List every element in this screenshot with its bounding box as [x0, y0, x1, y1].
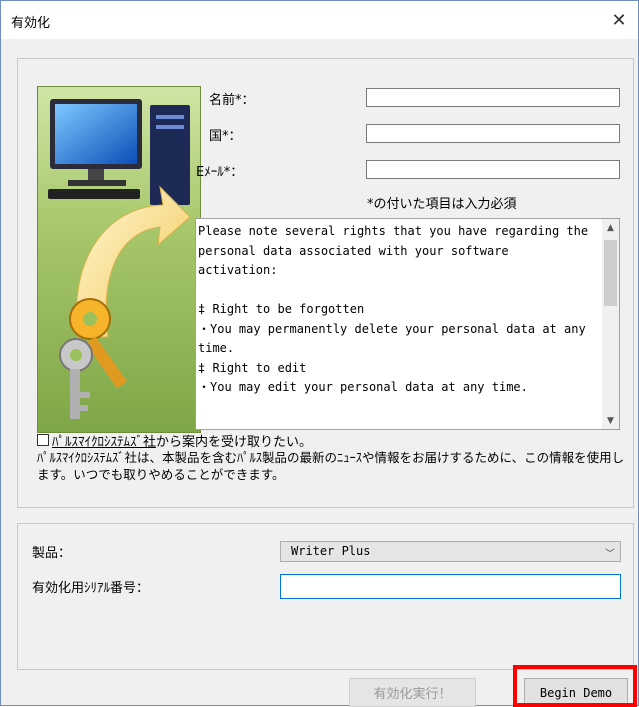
scrollbar-thumb[interactable]	[604, 240, 617, 306]
close-icon[interactable]: ✕	[606, 7, 632, 33]
chevron-down-icon[interactable]: ▼	[602, 412, 619, 429]
product-label: 製品：	[32, 546, 72, 561]
product-selected: Writer Plus	[291, 544, 371, 558]
dropdown-chevron-icon: ﹀	[605, 549, 615, 560]
email-label: Eﾒｰﾙ*：	[196, 165, 244, 180]
privacy-text: Please note several rights that you have…	[198, 224, 589, 394]
registration-group: 名前*： 国*： Eﾒｰﾙ*： *の付いた項目は入力必須 Please note…	[17, 58, 634, 508]
optin-description: ﾊﾟﾙｽﾏｲｸﾛｼｽﾃﾑｽﾞ社は、本製品を含むﾊﾟﾙｽ製品の最新のﾆｭｰｽや情報…	[37, 450, 625, 482]
title-bar: 有効化 ✕	[1, 1, 638, 39]
optin-checkbox[interactable]	[37, 434, 49, 446]
email-field[interactable]	[366, 160, 620, 179]
required-note: *の付いた項目は入力必須	[367, 197, 517, 212]
activation-dialog: 有効化 ✕ 名前*： 国*： Eﾒｰﾙ*： *の付いた項目は入力必須 Pleas…	[0, 0, 639, 707]
product-select[interactable]: Writer Plus ﹀	[280, 541, 621, 562]
optin-label: から案内を受け取りたい。	[156, 434, 313, 450]
optin-company-link[interactable]: ﾊﾟﾙｽﾏｲｸﾛｼｽﾃﾑｽﾞ社	[52, 431, 156, 450]
country-field[interactable]	[366, 124, 620, 143]
country-label: 国*：	[209, 129, 242, 144]
serial-label: 有効化用ｼﾘｱﾙ番号：	[32, 581, 150, 596]
optin-row: ﾊﾟﾙｽﾏｲｸﾛｼｽﾃﾑｽﾞ社 から案内を受け取りたい。	[37, 431, 313, 450]
name-field[interactable]	[366, 88, 620, 107]
activate-button[interactable]: 有効化実行！	[349, 678, 476, 707]
computer-icon	[48, 99, 190, 205]
window-title: 有効化	[11, 16, 51, 31]
chevron-up-icon[interactable]: ▲	[602, 219, 619, 236]
begin-demo-button[interactable]: Begin Demo	[524, 678, 628, 707]
keys-icon	[59, 298, 127, 419]
privacy-scrollbar[interactable]: ▲ ▼	[602, 219, 619, 429]
serial-field[interactable]	[280, 574, 621, 599]
name-label: 名前*：	[209, 93, 255, 108]
activation-illustration	[37, 86, 201, 433]
product-group: 製品： Writer Plus ﹀ 有効化用ｼﾘｱﾙ番号：	[17, 523, 634, 670]
privacy-textbox[interactable]: Please note several rights that you have…	[195, 218, 620, 430]
